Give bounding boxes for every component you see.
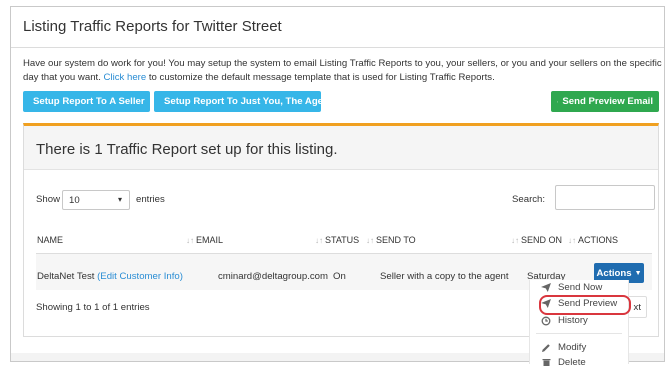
- cell-status: On: [333, 271, 346, 282]
- customize-template-link[interactable]: Click here: [104, 72, 147, 83]
- send-icon: [557, 100, 559, 103]
- history-icon: [540, 316, 552, 326]
- cell-email: cminard@deltagroup.com: [218, 271, 328, 282]
- sort-icon: ↓↑: [511, 236, 519, 245]
- column-header-email-label: EMAIL: [196, 235, 224, 245]
- menu-divider: [536, 333, 622, 334]
- column-header-email[interactable]: ↓↑ EMAIL: [186, 235, 223, 245]
- actions-dropdown-label: Actions: [596, 267, 632, 279]
- column-header-actions[interactable]: ↓↑ ACTIONS: [568, 235, 618, 245]
- entries-select-value: 10: [69, 194, 80, 206]
- setup-report-seller-label: Setup Report To A Seller: [33, 96, 145, 107]
- title-divider: [11, 47, 664, 48]
- panel-header: There is 1 Traffic Report set up for thi…: [24, 126, 658, 170]
- pencil-icon: [540, 343, 552, 353]
- send-preview-email-label: Send Preview Email: [562, 96, 653, 107]
- caret-down-icon: ▼: [634, 269, 642, 277]
- column-header-name-label: NAME: [37, 235, 64, 245]
- pagination-next-label: xt: [633, 301, 641, 313]
- column-header-send-on-label: SEND ON: [521, 235, 563, 245]
- menu-item-send-now[interactable]: Send Now: [540, 282, 602, 293]
- setup-report-agent-button[interactable]: Setup Report To Just You, The Agent: [154, 91, 332, 112]
- entries-select[interactable]: 10 ▾: [62, 190, 130, 210]
- sort-asc-icon: ↓↑: [186, 236, 194, 245]
- sort-icon: ↓↑: [315, 236, 323, 245]
- setup-report-seller-button[interactable]: Setup Report To A Seller: [23, 91, 150, 112]
- menu-item-delete[interactable]: Delete: [540, 357, 586, 366]
- send-preview-email-button[interactable]: Send Preview Email: [551, 91, 659, 112]
- menu-item-delete-label: Delete: [558, 357, 586, 366]
- setup-report-agent-label: Setup Report To Just You, The Agent: [164, 96, 333, 107]
- send-icon: [540, 283, 552, 292]
- send-preview-highlight: [539, 295, 631, 315]
- panel-title: There is 1 Traffic Report set up for thi…: [36, 141, 338, 158]
- cell-send-to: Seller with a copy to the agent: [380, 271, 509, 282]
- menu-item-modify[interactable]: Modify: [540, 342, 586, 353]
- customer-name: DeltaNet Test: [37, 271, 95, 282]
- trash-icon: [540, 358, 552, 366]
- menu-item-modify-label: Modify: [558, 342, 587, 353]
- page-title: Listing Traffic Reports for Twitter Stre…: [23, 18, 282, 35]
- select-caret-icon: ▾: [117, 195, 122, 204]
- entries-label: entries: [136, 194, 165, 205]
- edit-customer-info-link[interactable]: (Edit Customer Info): [97, 271, 183, 282]
- actions-dropdown-menu: Send Now Send Preview History Modify Del…: [529, 280, 629, 366]
- sort-icon: ↓↑: [366, 236, 374, 245]
- show-label: Show: [36, 194, 60, 205]
- menu-item-history[interactable]: History: [540, 315, 588, 326]
- sort-icon: ↓↑: [568, 236, 576, 245]
- menu-item-history-label: History: [558, 315, 588, 326]
- column-header-send-to-label: SEND TO: [376, 235, 416, 245]
- intro-text: Have our system do work for you! You may…: [23, 57, 663, 85]
- table-info: Showing 1 to 1 of 1 entries: [36, 302, 150, 313]
- column-header-status[interactable]: ↓↑ STATUS: [315, 235, 359, 245]
- cell-name: DeltaNet Test (Edit Customer Info): [37, 271, 183, 282]
- search-input[interactable]: [555, 185, 655, 210]
- column-header-actions-label: ACTIONS: [578, 235, 619, 245]
- intro-text-after: to customize the default message templat…: [146, 72, 495, 83]
- search-label: Search:: [512, 194, 546, 205]
- column-header-send-on[interactable]: ↓↑ SEND ON: [511, 235, 562, 245]
- menu-item-send-now-label: Send Now: [558, 282, 603, 293]
- column-header-send-to[interactable]: ↓↑ SEND TO: [366, 235, 416, 245]
- column-header-name[interactable]: NAME: [37, 235, 63, 245]
- column-header-status-label: STATUS: [325, 235, 360, 245]
